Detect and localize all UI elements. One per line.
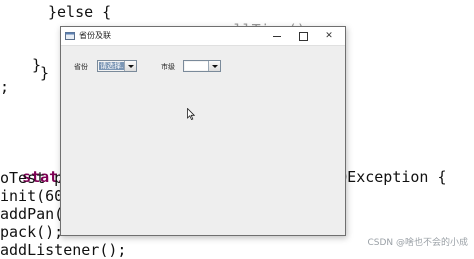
code-line-addpan: addPan( [0,205,64,223]
chevron-down-icon [127,64,134,68]
csdn-watermark: CSDN @啥也不会的小成 [367,238,468,248]
code-line-otest: oTest p [0,169,64,187]
close-button[interactable]: ✕ [316,27,342,45]
province-selected-value: 请选择... [99,62,124,70]
java-app-icon [65,32,75,40]
city-dropdown-arrow[interactable] [208,61,220,71]
minimize-button[interactable] [264,27,290,45]
province-city-window: 省份及联 ✕ 省份 请选择... 市级 [60,26,346,236]
window-title: 省份及联 [79,31,111,40]
code-line-close-brace: } [14,56,42,74]
mouse-cursor-icon [187,108,195,120]
city-combobox[interactable] [183,60,221,72]
province-dropdown-arrow[interactable] [124,61,136,71]
maximize-button[interactable] [290,27,316,45]
province-label: 省份 [74,63,88,71]
chevron-down-icon [211,64,218,68]
city-selected-value [185,62,208,70]
close-icon: ✕ [325,31,333,41]
province-combobox[interactable]: 请选择... [97,60,137,72]
maximize-icon [298,31,308,41]
code-line-brace: } [40,64,50,82]
code-line-pack: pack(); [0,223,64,241]
code-line-semicolon: ; [0,78,10,96]
code-line-addlistener: addListener(); [0,241,127,259]
window-titlebar[interactable]: 省份及联 ✕ [61,27,345,46]
city-label: 市级 [161,63,175,71]
minimize-icon [273,35,281,37]
code-line-init: init(60 [0,187,64,205]
code-line-else: }else { [48,3,112,21]
